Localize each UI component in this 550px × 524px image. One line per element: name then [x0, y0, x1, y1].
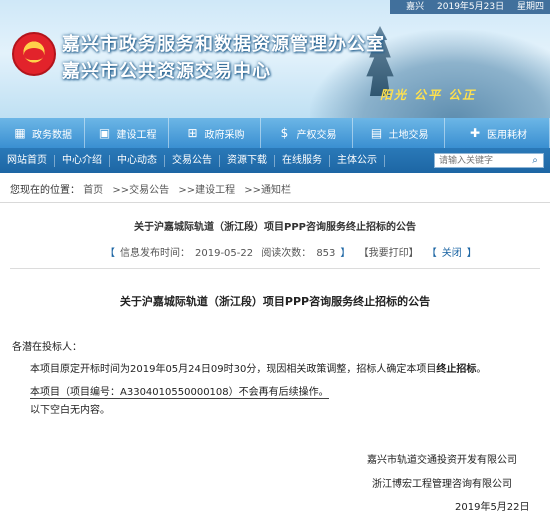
nav-online-service[interactable]: 在线服务: [275, 154, 330, 167]
bracket-close: 】: [340, 248, 351, 259]
bracket-open: 【: [426, 248, 437, 259]
search-input[interactable]: [435, 154, 527, 167]
nav-home[interactable]: 网站首页: [0, 154, 55, 167]
article-title: 关于沪嘉城际轨道（浙江段）项目PPP咨询服务终止招标的公告: [119, 295, 431, 308]
main-menu: ▦ 政务数据 ▣ 建设工程 ⊞ 政府采购 $ 产权交易 ▤ 土地交易 ✚ 医用耗…: [0, 118, 550, 148]
breadcrumb-prefix: 您现在的位置：: [10, 185, 80, 196]
menu-item-construction[interactable]: ▣ 建设工程: [85, 118, 169, 148]
sub-nav: 网站首页 中心介绍 中心动态 交易公告 资源下载 在线服务 主体公示 ⌕: [0, 148, 550, 173]
search-icon[interactable]: ⌕: [527, 155, 543, 166]
bracket-open: 【: [105, 248, 115, 259]
signer-2: 浙江博宏工程管理咨询有限公司: [372, 479, 512, 490]
nav-news[interactable]: 中心动态: [110, 154, 165, 167]
menu-item-label: 政务数据: [32, 129, 72, 141]
menu-item-label: 产权交易: [296, 129, 337, 141]
menu-item-label: 政府采购: [204, 129, 245, 141]
breadcrumb-announcements[interactable]: >>交易公告: [112, 185, 169, 196]
date-bar: 嘉兴 2019年5月23日 星期四: [390, 0, 550, 14]
publish-time-label: 信息发布时间：: [120, 248, 190, 259]
article-header-title: 关于沪嘉城际轨道（浙江段）项目PPP咨询服务终止招标的公告: [134, 222, 416, 233]
divider: [10, 268, 540, 269]
nav-downloads[interactable]: 资源下载: [220, 154, 275, 167]
views-label: 阅读次数：: [261, 248, 312, 259]
menu-item-land[interactable]: ▤ 土地交易: [353, 118, 445, 148]
article-info-bar: 【信息发布时间： 2019-05-22 阅读次数： 853】 【我要打印】 【关闭】: [105, 244, 482, 259]
header-banner: 嘉兴 2019年5月23日 星期四 嘉兴市政务服务和数据资源管理办公室 嘉兴市公…: [0, 0, 550, 118]
menu-item-procurement[interactable]: ⊞ 政府采购: [169, 118, 261, 148]
date-text: 2019年5月23日: [437, 2, 505, 12]
plus-icon: ✚: [469, 126, 481, 140]
date-location: 嘉兴: [406, 2, 425, 12]
breadcrumb-construction[interactable]: >>建设工程: [178, 185, 235, 196]
menu-item-label: 建设工程: [116, 129, 157, 141]
site-title-line2: 嘉兴市公共资源交易中心: [62, 61, 271, 82]
weekday-text: 星期四: [516, 2, 544, 12]
print-button[interactable]: 【我要打印】: [359, 248, 419, 259]
nav-announcements[interactable]: 交易公告: [165, 154, 220, 167]
breadcrumb-notices[interactable]: >>通知栏: [244, 185, 291, 196]
nav-about[interactable]: 中心介绍: [55, 154, 110, 167]
article-paragraph-3: 以下空白无内容。: [30, 405, 110, 416]
signer-1: 嘉兴市轨道交通投资开发有限公司: [367, 455, 517, 466]
land-icon: ▤: [370, 126, 383, 140]
article-paragraph-2: 本项目（项目编号：A3304010550000108）不会再有后续操作。: [30, 383, 329, 399]
menu-item-label: 医用耗材: [487, 129, 527, 141]
search-box: ⌕: [434, 153, 544, 168]
close-button[interactable]: 关闭: [442, 248, 462, 259]
cart-icon: ⊞: [187, 126, 198, 140]
menu-item-medical[interactable]: ✚ 医用耗材: [445, 118, 550, 148]
grid-icon: ▦: [14, 126, 26, 140]
building-icon: ▣: [98, 126, 111, 140]
para1-end: 。: [476, 364, 487, 375]
publish-time: 2019-05-22: [195, 248, 254, 259]
sign-date: 2019年5月22日: [455, 502, 530, 513]
logo-emblem[interactable]: [12, 32, 56, 76]
dollar-icon: $: [280, 126, 289, 140]
para1-emphasis: 终止招标: [436, 364, 477, 375]
article-paragraph-1: 本项目原定开标时间为2019年05月24日09时30分，现因相关政策调整，招标人…: [30, 360, 486, 375]
site-title-line1: 嘉兴市政务服务和数据资源管理办公室: [62, 34, 385, 55]
breadcrumb-home[interactable]: 首页: [83, 185, 103, 196]
para1-text: 本项目原定开标时间为2019年05月24日09时30分，现因相关政策调整，招标人…: [30, 364, 437, 375]
nav-entity-disclosure[interactable]: 主体公示: [330, 154, 385, 167]
menu-item-gov-data[interactable]: ▦ 政务数据: [0, 118, 85, 148]
bracket-close: 】: [466, 248, 477, 259]
views-count: 853: [316, 248, 336, 259]
breadcrumb: 您现在的位置： 首页 >>交易公告 >>建设工程 >>通知栏: [0, 181, 550, 203]
article-salutation: 各潜在投标人：: [12, 342, 82, 353]
menu-item-label: 土地交易: [388, 129, 429, 141]
banner-slogan: 阳光 公平 公正: [380, 88, 477, 102]
menu-item-property[interactable]: $ 产权交易: [261, 118, 353, 148]
